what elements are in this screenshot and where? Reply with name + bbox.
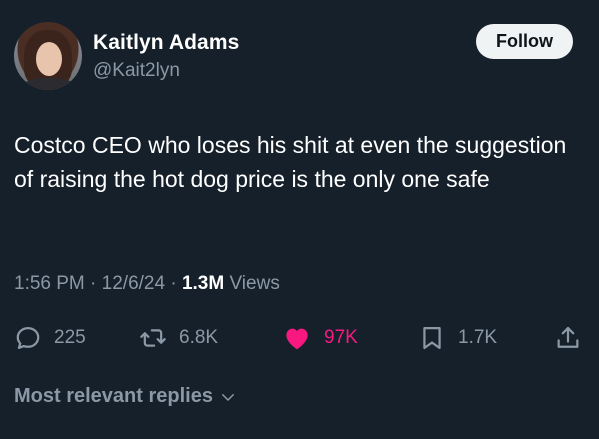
repost-icon xyxy=(140,329,166,347)
heart-icon xyxy=(286,328,308,350)
avatar[interactable] xyxy=(14,22,82,90)
tweet-meta: 1:56 PM · 12/6/24 · 1.3M Views xyxy=(14,273,280,295)
bookmark-button[interactable]: 1.7K xyxy=(418,318,497,358)
repost-count: 6.8K xyxy=(179,327,219,348)
reply-button[interactable]: 225 xyxy=(14,318,86,358)
share-icon xyxy=(557,326,579,348)
avatar-shirt xyxy=(22,78,76,90)
tweet-date[interactable]: 12/6/24 xyxy=(102,273,165,294)
bookmark-icon xyxy=(423,326,441,350)
replies-sort-label: Most relevant replies xyxy=(14,385,213,407)
tweet-text: Costco CEO who loses his shit at even th… xyxy=(14,132,567,192)
like-count: 97K xyxy=(324,327,358,348)
reply-count: 225 xyxy=(54,327,86,348)
author-handle[interactable]: @Kait2lyn xyxy=(93,60,180,82)
meta-separator: · xyxy=(165,273,182,294)
repost-button[interactable]: 6.8K xyxy=(139,318,218,358)
bookmark-count: 1.7K xyxy=(458,327,498,348)
tweet-time[interactable]: 1:56 PM xyxy=(14,273,85,294)
like-button[interactable]: 97K xyxy=(282,318,358,358)
avatar-face xyxy=(36,42,62,76)
author-name[interactable]: Kaitlyn Adams xyxy=(93,31,239,55)
replies-sort-dropdown[interactable]: Most relevant replies xyxy=(14,385,237,408)
reply-icon xyxy=(16,326,40,350)
views-count: 1.3M xyxy=(181,273,225,294)
meta-separator: · xyxy=(84,273,102,294)
follow-button[interactable]: Follow xyxy=(476,24,573,59)
share-button[interactable] xyxy=(554,318,582,358)
chevron-down-icon xyxy=(221,393,234,401)
views-label: Views xyxy=(224,273,280,294)
tweet-actions: 225 6.8K 97K 1.7K xyxy=(14,318,585,358)
